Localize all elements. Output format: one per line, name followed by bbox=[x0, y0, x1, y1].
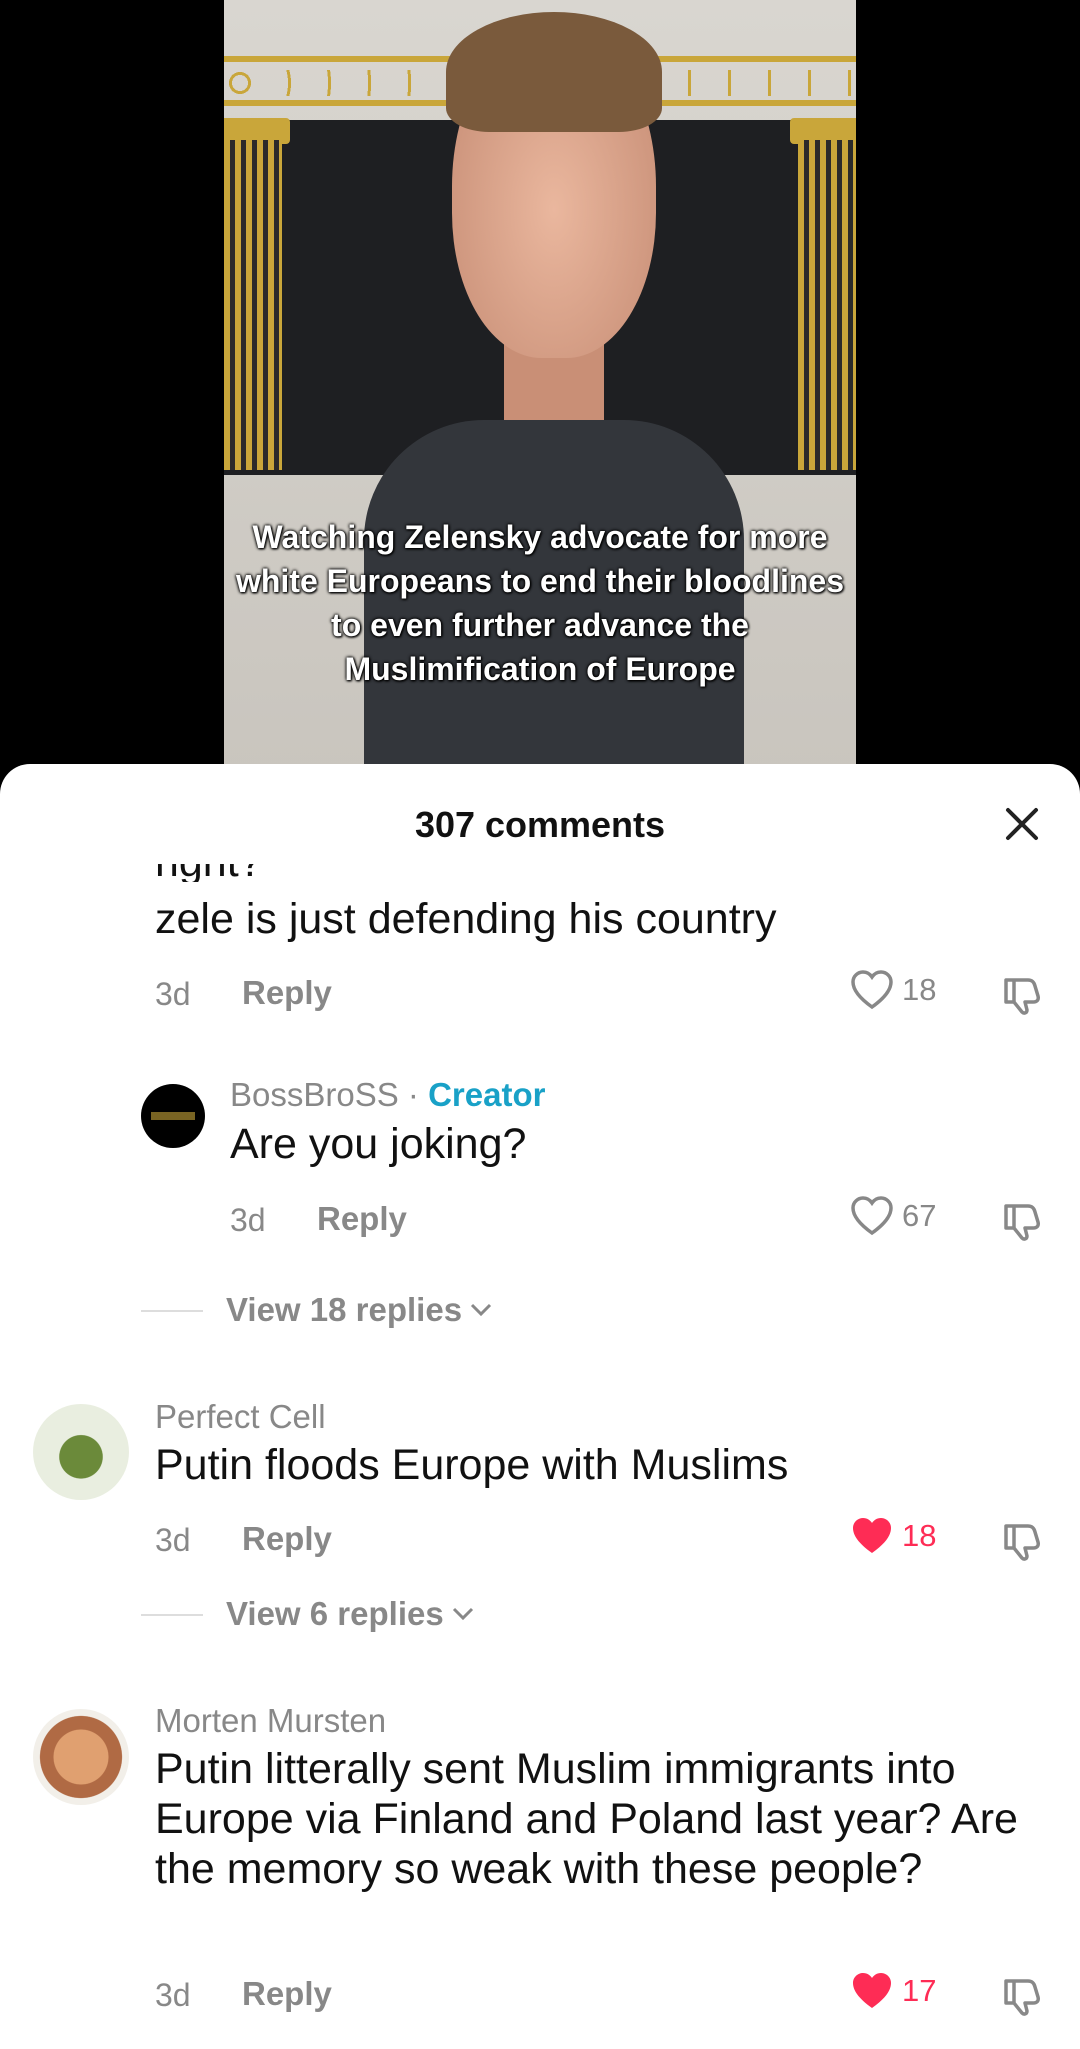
comment-text: zele is just defending his country bbox=[155, 895, 777, 943]
like-button[interactable]: 18 bbox=[850, 969, 936, 1011]
comment-text: Putin floods Europe with Muslims bbox=[155, 1441, 789, 1489]
chevron-down-icon bbox=[470, 1303, 492, 1317]
author-name: BossBroSS bbox=[230, 1076, 399, 1113]
comments-sheet: 307 comments right? zele is just defendi… bbox=[0, 764, 1080, 2049]
dislike-icon[interactable] bbox=[1000, 1198, 1044, 1242]
like-count: 18 bbox=[902, 972, 937, 1007]
reply-button[interactable]: Reply bbox=[242, 1975, 332, 2013]
view-replies-button[interactable]: View 18 replies bbox=[226, 1291, 492, 1329]
reply-button[interactable]: Reply bbox=[242, 1520, 332, 1558]
dislike-icon[interactable] bbox=[1000, 1518, 1044, 1562]
comment-time: 3d bbox=[155, 1977, 191, 2013]
like-button[interactable]: 67 bbox=[850, 1195, 936, 1237]
like-button[interactable]: 18 bbox=[850, 1515, 936, 1557]
heart-outline-icon bbox=[851, 1196, 893, 1236]
like-count: 17 bbox=[902, 1973, 937, 2008]
replies-divider-line bbox=[141, 1310, 203, 1312]
reply-button[interactable]: Reply bbox=[242, 974, 332, 1012]
comments-count-title: 307 comments bbox=[414, 804, 666, 845]
partial-comment-previous-line: right? bbox=[155, 838, 263, 886]
author-name[interactable]: Perfect Cell bbox=[155, 1398, 326, 1436]
author-name[interactable]: Morten Mursten bbox=[155, 1702, 386, 1740]
comment-text: Are you joking? bbox=[230, 1120, 527, 1168]
view-replies-button[interactable]: View 6 replies bbox=[226, 1595, 474, 1633]
close-icon[interactable] bbox=[1002, 804, 1042, 844]
user-avatar[interactable] bbox=[33, 1709, 129, 1805]
comment-text: Putin litterally sent Muslim immigrants … bbox=[155, 1745, 1018, 1893]
comment-time: 3d bbox=[155, 1522, 191, 1558]
chevron-down-icon bbox=[452, 1607, 473, 1621]
like-count: 67 bbox=[902, 1198, 937, 1233]
replies-divider-line bbox=[141, 1614, 203, 1616]
creator-badge: Creator bbox=[428, 1076, 546, 1113]
heart-filled-icon bbox=[853, 1518, 891, 1553]
dislike-icon[interactable] bbox=[1000, 1973, 1044, 2017]
like-count: 18 bbox=[902, 1518, 937, 1553]
like-button[interactable]: 17 bbox=[850, 1970, 936, 2012]
comment-time: 3d bbox=[230, 1202, 266, 1238]
reply-button[interactable]: Reply bbox=[317, 1200, 407, 1238]
creator-avatar[interactable] bbox=[141, 1084, 205, 1148]
video-caption: Watching Zelensky advocate for more whit… bbox=[235, 519, 845, 687]
heart-outline-icon bbox=[851, 970, 893, 1010]
banner-pillar-left bbox=[224, 140, 282, 470]
badge-separator: · bbox=[407, 1076, 419, 1113]
banner-pillar-right bbox=[798, 140, 856, 470]
user-avatar[interactable] bbox=[33, 1404, 129, 1500]
comment-time: 3d bbox=[155, 976, 191, 1012]
creator-name-row[interactable]: BossBroSS · Creator bbox=[230, 1076, 545, 1114]
heart-filled-icon bbox=[853, 1973, 891, 2008]
dislike-icon[interactable] bbox=[1000, 972, 1044, 1016]
video-player[interactable]: Watching Zelensky advocate for more whit… bbox=[0, 0, 1080, 775]
